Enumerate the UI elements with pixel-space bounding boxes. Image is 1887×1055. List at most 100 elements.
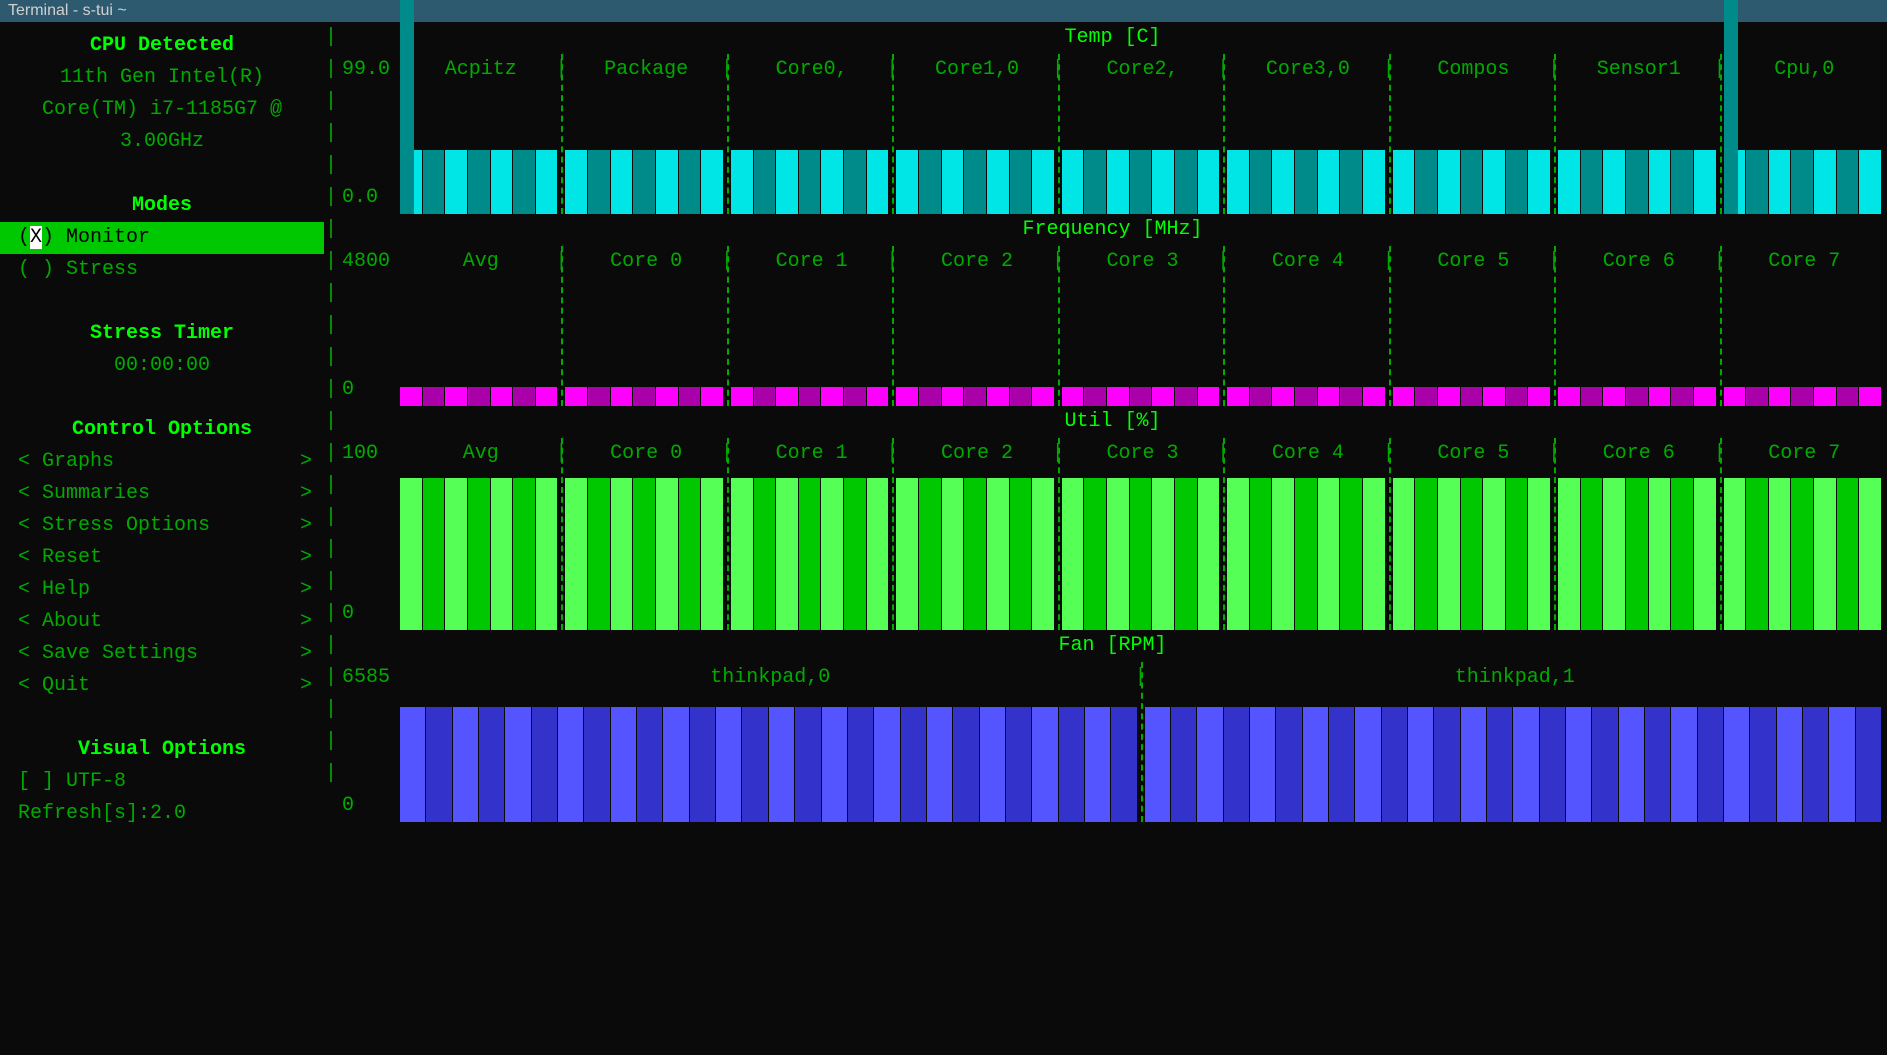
bar xyxy=(536,387,558,406)
bar xyxy=(1393,150,1415,214)
bar xyxy=(491,478,513,630)
bar-group xyxy=(1060,278,1225,406)
bar xyxy=(1250,150,1272,214)
bar xyxy=(1006,707,1031,822)
bar xyxy=(1791,387,1813,406)
bar xyxy=(1415,150,1437,214)
bar xyxy=(445,478,467,630)
util-col-core4: Core 4 xyxy=(1225,438,1390,470)
bar xyxy=(423,478,445,630)
bar xyxy=(1111,707,1136,822)
bar xyxy=(942,150,964,214)
bar xyxy=(919,150,941,214)
freq-col-core2: Core 2 xyxy=(894,246,1059,278)
bar xyxy=(1438,387,1460,406)
bar xyxy=(1558,387,1580,406)
bar xyxy=(1329,707,1354,822)
bar-group xyxy=(563,278,728,406)
menu-graphs[interactable]: <Graphs> xyxy=(0,446,324,478)
menu-help[interactable]: <Help> xyxy=(0,574,324,606)
utf8-checkbox[interactable]: [ ] UTF-8 xyxy=(0,766,324,798)
menu-summaries[interactable]: <Summaries> xyxy=(0,478,324,510)
bar xyxy=(1528,387,1550,406)
bar xyxy=(1803,707,1828,822)
menu-reset[interactable]: <Reset> xyxy=(0,542,324,574)
bar xyxy=(1107,150,1129,214)
bar xyxy=(1649,478,1671,630)
temp-col-core0: Core0, xyxy=(729,54,894,86)
bar-group xyxy=(563,470,728,630)
bar xyxy=(1859,150,1881,214)
bar xyxy=(1224,707,1249,822)
bar xyxy=(1227,150,1249,214)
bar xyxy=(867,478,889,630)
bar xyxy=(1295,150,1317,214)
graph-temp-max: 99.0 xyxy=(338,54,398,86)
freq-col-core4: Core 4 xyxy=(1225,246,1390,278)
temp-col-cpu0: Cpu,0 xyxy=(1722,54,1887,86)
bar xyxy=(1171,707,1196,822)
bar-group xyxy=(1143,694,1887,822)
bar xyxy=(1694,150,1716,214)
temp-col-package: Package xyxy=(563,54,728,86)
bar xyxy=(1130,387,1152,406)
visual-options-heading: Visual Options xyxy=(0,734,324,766)
bar xyxy=(1777,707,1802,822)
bar xyxy=(1540,707,1565,822)
bar-group xyxy=(1060,470,1225,630)
bar xyxy=(1062,478,1084,630)
bar xyxy=(1197,707,1222,822)
bar xyxy=(821,150,843,214)
bar xyxy=(637,707,662,822)
bar xyxy=(754,150,776,214)
temp-col-sensor1: Sensor1 xyxy=(1556,54,1721,86)
util-col-core7: Core 7 xyxy=(1722,438,1887,470)
bar xyxy=(1438,478,1460,630)
bar xyxy=(1626,478,1648,630)
bar xyxy=(400,150,422,214)
bar xyxy=(1032,150,1054,214)
bar xyxy=(919,478,941,630)
bar xyxy=(776,150,798,214)
bar xyxy=(565,478,587,630)
bar xyxy=(400,707,425,822)
bar xyxy=(1107,478,1129,630)
bar-group xyxy=(1556,470,1721,630)
graph-fan: Fan [RPM] 6585 thinkpad,0 thinkpad,1 0 xyxy=(338,630,1887,822)
bar xyxy=(400,387,422,406)
bar xyxy=(844,387,866,406)
bar xyxy=(980,707,1005,822)
fan-col-thinkpad0: thinkpad,0 xyxy=(398,662,1143,694)
bar xyxy=(1769,150,1791,214)
graph-freq-title: Frequency [MHz] xyxy=(338,214,1887,246)
bar xyxy=(1528,478,1550,630)
graph-temp-min: 0.0 xyxy=(342,182,398,214)
menu-save-settings[interactable]: <Save Settings> xyxy=(0,638,324,670)
bar-group xyxy=(1556,278,1721,406)
bar xyxy=(1698,707,1723,822)
menu-about[interactable]: <About> xyxy=(0,606,324,638)
bar xyxy=(532,707,557,822)
bar xyxy=(1506,387,1528,406)
bar xyxy=(964,478,986,630)
mode-monitor[interactable]: (X) Monitor xyxy=(0,222,324,254)
menu-stress-options[interactable]: <Stress Options> xyxy=(0,510,324,542)
bar xyxy=(1250,478,1272,630)
bar xyxy=(896,478,918,630)
bar xyxy=(679,478,701,630)
fan-col-thinkpad1: thinkpad,1 xyxy=(1143,662,1887,694)
bar xyxy=(1340,150,1362,214)
bar xyxy=(513,387,535,406)
refresh-field[interactable]: Refresh[s]:2.0 xyxy=(0,798,324,830)
util-col-core5: Core 5 xyxy=(1391,438,1556,470)
menu-quit[interactable]: <Quit> xyxy=(0,670,324,702)
mode-stress[interactable]: ( ) Stress xyxy=(0,254,324,286)
bar xyxy=(584,707,609,822)
bar xyxy=(987,150,1009,214)
bar xyxy=(1340,478,1362,630)
bar xyxy=(505,707,530,822)
temp-col-core2: Core2, xyxy=(1060,54,1225,86)
bar xyxy=(1032,707,1057,822)
graph-temp: Temp [C] 99.0 Acpitz Package Core0, Core… xyxy=(338,22,1887,214)
bar xyxy=(1355,707,1380,822)
